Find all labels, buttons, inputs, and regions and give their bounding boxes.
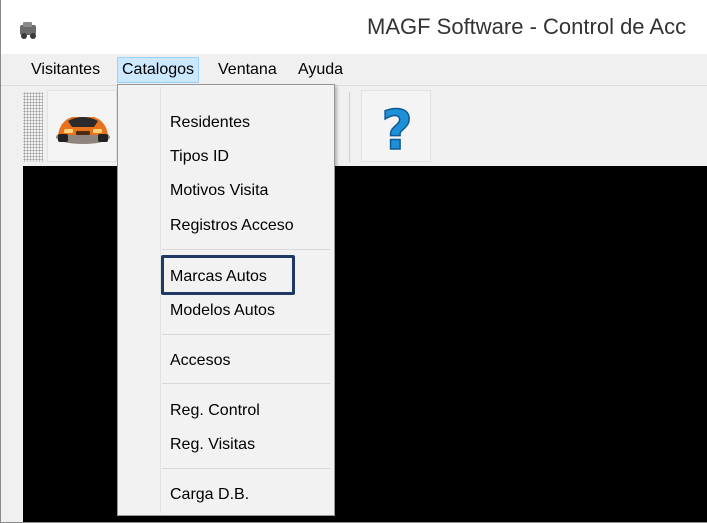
client-margin xyxy=(1,166,23,522)
toolbar-separator xyxy=(349,92,350,162)
menu-item-tipos-id[interactable]: Tipos ID xyxy=(170,145,229,169)
menu-item-registros-acceso[interactable]: Registros Acceso xyxy=(170,214,294,238)
toolbar-grip[interactable] xyxy=(23,92,43,162)
help-toolbar-button[interactable]: ? xyxy=(361,90,431,163)
window-title: MAGF Software - Control de Acc xyxy=(367,14,687,39)
menu-item-accesos[interactable]: Accesos xyxy=(170,349,230,373)
toolbar: ? xyxy=(1,86,707,166)
menu-catalogos[interactable]: Catalogos xyxy=(117,57,200,83)
title-bar[interactable]: MAGF Software - Control de Acc xyxy=(1,0,707,54)
svg-text:?: ? xyxy=(381,99,412,162)
catalogos-dropdown-menu: Residentes Tipos ID Motivos Visita Regis… xyxy=(117,84,335,516)
menu-item-motivos-visita[interactable]: Motivos Visita xyxy=(170,179,268,203)
app-icon xyxy=(20,22,36,39)
menu-ventana[interactable]: Ventana xyxy=(214,57,281,83)
menu-item-carga-db[interactable]: Carga D.B. xyxy=(170,483,249,507)
menu-separator xyxy=(162,334,330,335)
menu-separator xyxy=(162,249,330,250)
menu-separator xyxy=(162,383,330,384)
menu-item-reg-visitas[interactable]: Reg. Visitas xyxy=(170,433,255,457)
car-toolbar-button[interactable] xyxy=(47,90,117,162)
app-window: MAGF Software - Control de Acc Visitante… xyxy=(0,0,707,523)
menu-visitantes[interactable]: Visitantes xyxy=(27,57,104,83)
menu-ayuda[interactable]: Ayuda xyxy=(294,57,347,83)
menu-item-modelos-autos[interactable]: Modelos Autos xyxy=(170,299,275,323)
menu-gutter xyxy=(160,87,161,513)
menu-item-reg-control[interactable]: Reg. Control xyxy=(170,399,260,423)
menu-separator xyxy=(162,468,330,469)
menu-bar: Visitantes Catalogos Ventana Ayuda xyxy=(1,54,707,86)
menu-item-residentes[interactable]: Residentes xyxy=(170,111,250,135)
sports-car-icon xyxy=(56,117,110,144)
help-question-icon: ? xyxy=(381,98,414,163)
marcas-autos-highlight xyxy=(161,255,295,295)
